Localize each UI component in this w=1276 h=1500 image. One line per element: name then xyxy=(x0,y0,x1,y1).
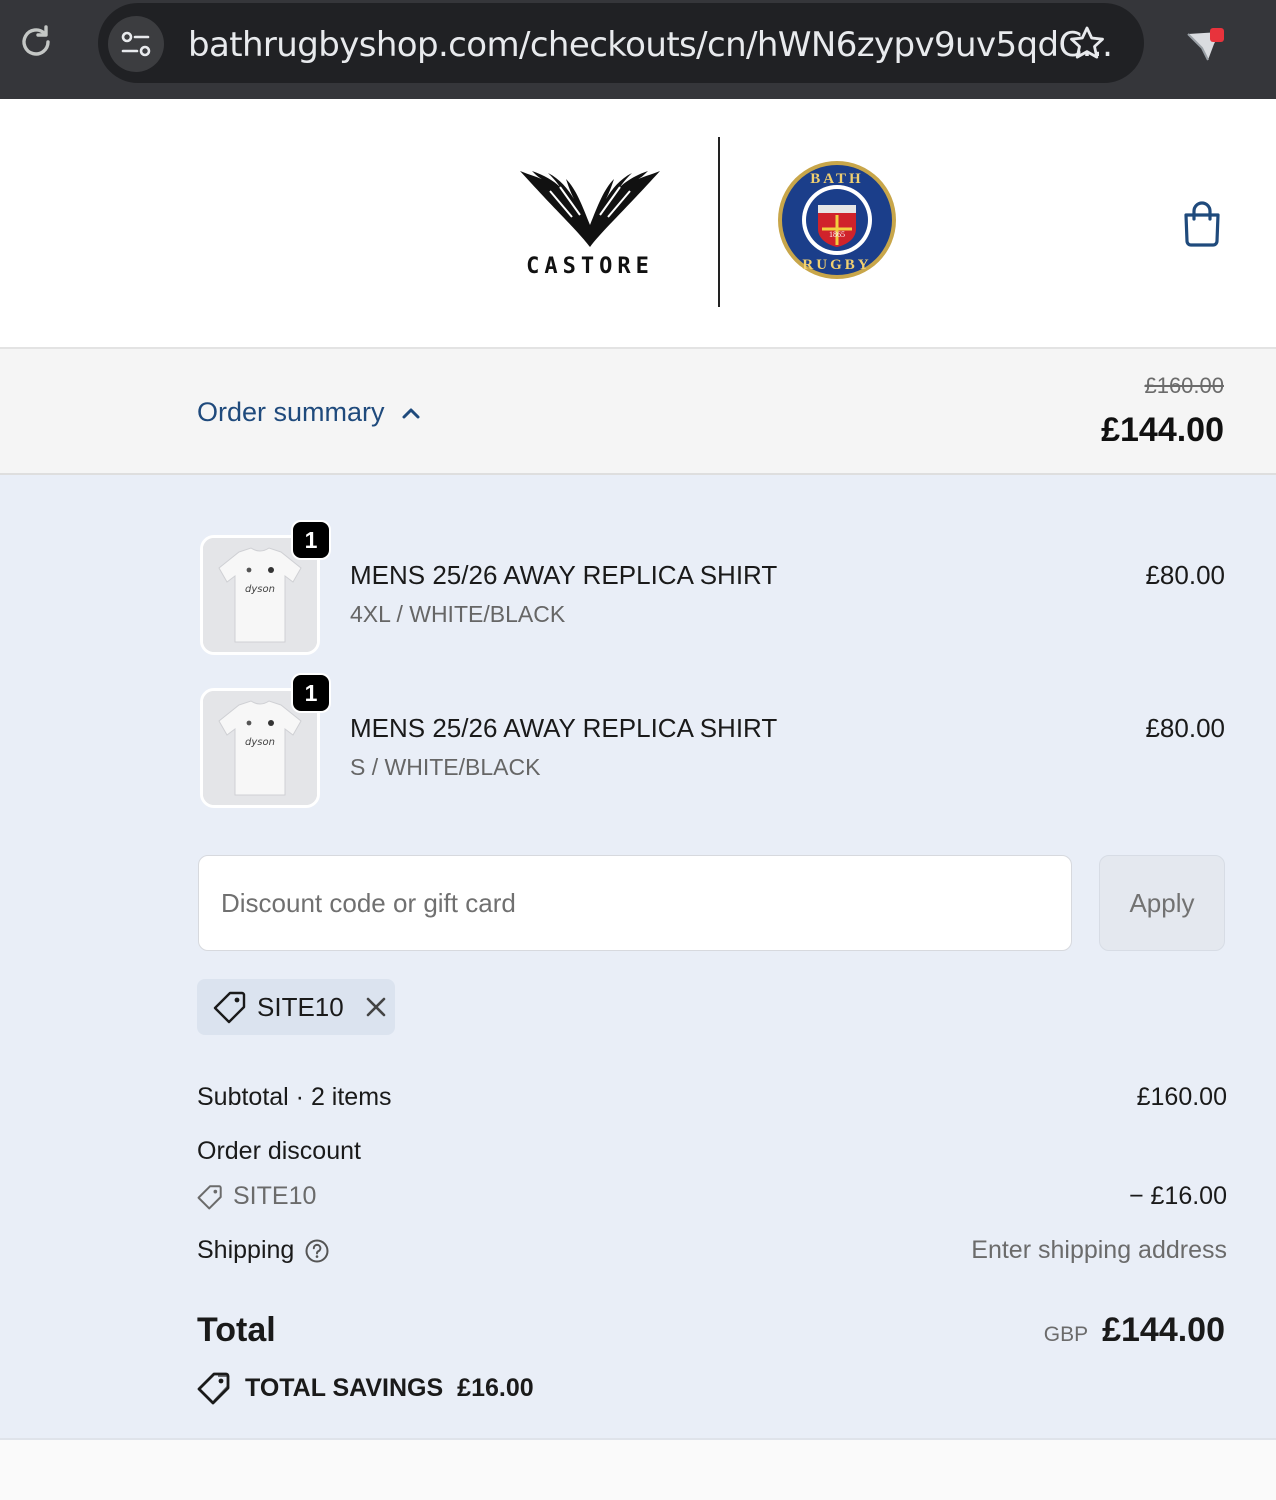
shipping-label: Shipping xyxy=(197,1236,295,1264)
tag-icon xyxy=(213,991,246,1024)
svg-text:dyson: dyson xyxy=(245,737,275,748)
bath-rugby-crest[interactable]: 1865 BATH RUGBY xyxy=(776,159,898,281)
currency-code: GBP xyxy=(1043,1323,1089,1346)
order-summary-toggle[interactable]: Order summary xyxy=(197,397,421,428)
shipping-row: Shipping Enter shipping address xyxy=(197,1236,1227,1265)
summary-total: £144.00 xyxy=(1101,411,1224,449)
apply-button[interactable]: Apply xyxy=(1099,855,1225,951)
quantity-badge: 1 xyxy=(291,673,331,713)
item-title: MENS 25/26 AWAY REPLICA SHIRT xyxy=(350,560,778,590)
browser-toolbar: bathrugbyshop.com/checkouts/cn/hWN6zypv9… xyxy=(0,0,1276,99)
line-item: dyson 1 MENS 25/26 AWAY REPLICA SHIRT S … xyxy=(197,673,1227,809)
discount-code-input[interactable]: Discount code or gift card xyxy=(198,855,1072,951)
total-amount: £144.00 xyxy=(1102,1311,1225,1349)
subtotal-label: Subtotal · 2 items xyxy=(197,1083,392,1111)
store-header: CASTORE 1865 BATH RUGBY xyxy=(0,99,1276,349)
logo-divider xyxy=(718,137,720,307)
svg-text:1865: 1865 xyxy=(829,230,845,239)
total-savings: TOTAL SAVINGS £16.00 xyxy=(197,1371,534,1405)
subtotal-row: Subtotal · 2 items £160.00 xyxy=(197,1083,1227,1112)
quantity-badge: 1 xyxy=(291,520,331,560)
star-icon[interactable] xyxy=(1066,23,1108,65)
site-info-button[interactable] xyxy=(108,16,164,72)
chevron-up-icon xyxy=(402,408,420,418)
total-label: Total xyxy=(197,1311,276,1349)
url-text[interactable]: bathrugbyshop.com/checkouts/cn/hWN6zypv9… xyxy=(188,25,1113,65)
site-info-icon xyxy=(121,31,151,57)
tag-icon xyxy=(197,1372,230,1405)
original-total: £160.00 xyxy=(1144,373,1224,398)
castore-logo[interactable]: CASTORE xyxy=(510,161,670,281)
tag-icon xyxy=(197,1184,222,1209)
discount-value: − £16.00 xyxy=(1128,1182,1227,1210)
help-icon[interactable] xyxy=(304,1238,330,1264)
order-summary-panel: dyson 1 MENS 25/26 AWAY REPLICA SHIRT 4X… xyxy=(0,475,1276,1440)
order-summary-bar: Order summary £160.00 £144.00 xyxy=(0,349,1276,475)
total-amount-group: GBP £144.00 xyxy=(1044,1311,1225,1350)
close-icon[interactable] xyxy=(364,995,388,1019)
item-price: £80.00 xyxy=(1145,560,1225,590)
shopping-bag-icon[interactable] xyxy=(1180,199,1224,247)
item-variant: S / WHITE/BLACK xyxy=(350,754,541,780)
item-price: £80.00 xyxy=(1145,713,1225,743)
line-item: dyson 1 MENS 25/26 AWAY REPLICA SHIRT 4X… xyxy=(197,520,1227,656)
extension-icon[interactable] xyxy=(1180,20,1232,72)
castore-wordmark: CASTORE xyxy=(526,254,654,279)
svg-text:dyson: dyson xyxy=(245,584,275,595)
wings-icon xyxy=(520,171,660,247)
reload-icon[interactable] xyxy=(16,22,56,62)
svg-text:RUGBY: RUGBY xyxy=(802,257,871,273)
address-bar[interactable]: bathrugbyshop.com/checkouts/cn/hWN6zypv9… xyxy=(98,3,1144,83)
discount-code-label: SITE10 xyxy=(233,1182,317,1210)
order-discount-row: Order discount xyxy=(197,1137,1227,1166)
order-summary-label: Order summary xyxy=(197,397,385,427)
order-discount-label: Order discount xyxy=(197,1137,361,1165)
savings-label: TOTAL SAVINGS xyxy=(245,1373,444,1402)
shipping-value: Enter shipping address xyxy=(971,1236,1227,1264)
item-title: MENS 25/26 AWAY REPLICA SHIRT xyxy=(350,713,778,743)
discount-code-row: SITE10 − £16.00 xyxy=(197,1182,1227,1211)
item-variant: 4XL / WHITE/BLACK xyxy=(350,601,566,627)
savings-value: £16.00 xyxy=(457,1373,534,1402)
svg-text:BATH: BATH xyxy=(810,171,863,187)
applied-code-label: SITE10 xyxy=(257,991,344,1022)
applied-code-chip: SITE10 xyxy=(197,979,395,1035)
subtotal-value: £160.00 xyxy=(1136,1083,1227,1111)
